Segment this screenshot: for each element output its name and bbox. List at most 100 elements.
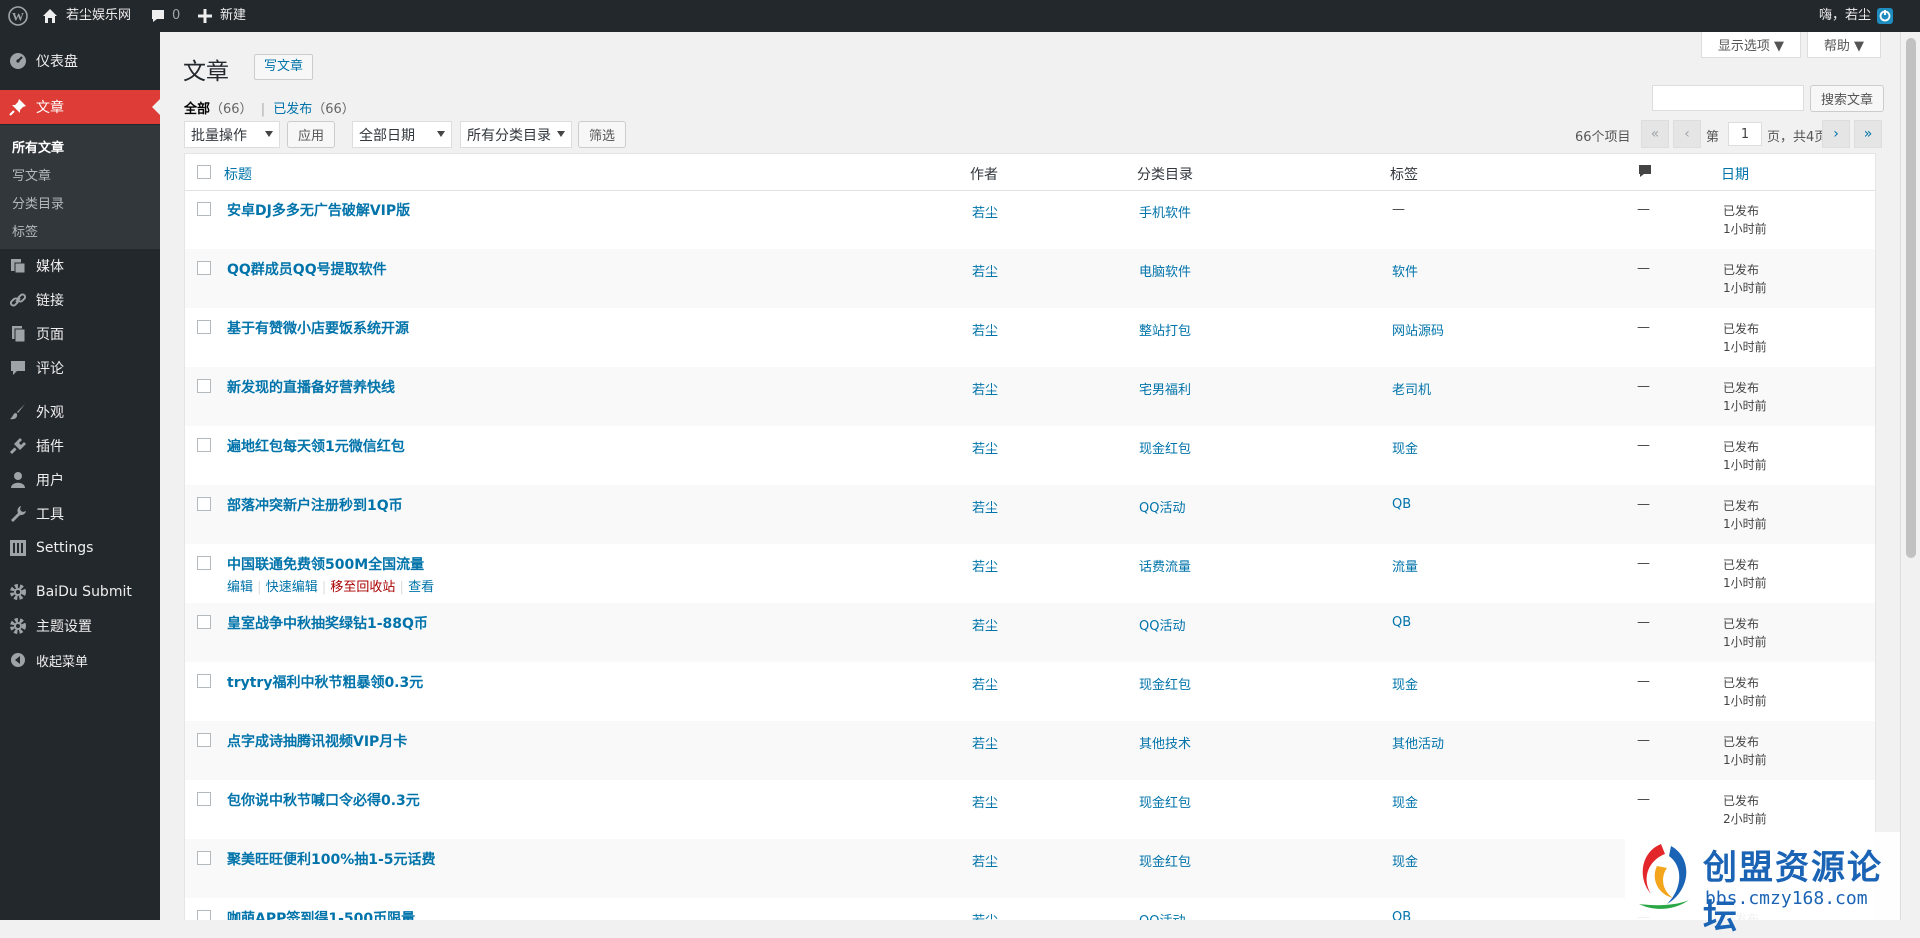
post-title-link[interactable]: 点字成诗抽腾讯视频VIP月卡	[227, 731, 407, 751]
edit-link[interactable]: 编辑	[227, 580, 253, 595]
submenu-tags[interactable]: 标签	[12, 221, 38, 240]
post-title-link[interactable]: 遍地红包每天领1元微信红包	[227, 436, 405, 456]
row-checkbox[interactable]	[197, 261, 211, 275]
page-scrollbar[interactable]	[1900, 32, 1920, 920]
post-title-link[interactable]: 聚美旺旺便利100%抽1-5元话费	[227, 849, 436, 869]
post-tags-link[interactable]: 其他活动	[1392, 733, 1444, 752]
row-checkbox[interactable]	[197, 556, 211, 570]
post-title-link[interactable]: QQ群成员QQ号提取软件	[227, 259, 387, 279]
post-tags-link[interactable]: 现金	[1392, 851, 1418, 870]
post-tags-link[interactable]: 现金	[1392, 438, 1418, 457]
post-tags-link[interactable]: QB	[1392, 497, 1411, 512]
view-link[interactable]: 查看	[408, 580, 434, 595]
menu-media[interactable]: 媒体	[0, 249, 160, 283]
post-tags-link[interactable]: 现金	[1392, 674, 1418, 693]
post-author-link[interactable]: 若尘	[972, 733, 998, 752]
post-category-link[interactable]: 现金红包	[1139, 438, 1191, 457]
post-author-link[interactable]: 若尘	[972, 379, 998, 398]
post-title-link[interactable]: 中国联通免费领500M全国流量	[227, 554, 424, 574]
post-tags-link[interactable]: QB	[1392, 615, 1411, 630]
post-title-link[interactable]: 皇室战争中秋抽奖绿钻1-88Q币	[227, 613, 428, 633]
post-category-link[interactable]: QQ活动	[1139, 910, 1185, 920]
post-title-link[interactable]: trytry福利中秋节粗暴领0.3元	[227, 672, 423, 692]
row-checkbox[interactable]	[197, 792, 211, 806]
row-checkbox[interactable]	[197, 379, 211, 393]
menu-appearance[interactable]: 外观	[0, 395, 160, 429]
my-account[interactable]: 嗨，若尘	[1819, 0, 1894, 32]
category-filter-select[interactable]: 所有分类目录	[460, 121, 572, 148]
post-category-link[interactable]: 现金红包	[1139, 792, 1191, 811]
menu-users[interactable]: 用户	[0, 463, 160, 497]
filter-button[interactable]: 筛选	[578, 121, 626, 148]
menu-links[interactable]: 链接	[0, 283, 160, 317]
column-date-header[interactable]: 日期	[1721, 164, 1749, 184]
submenu-all-posts[interactable]: 所有文章	[12, 137, 64, 156]
post-title-link[interactable]: 基于有赞微小店要饭系统开源	[227, 318, 409, 338]
row-checkbox[interactable]	[197, 202, 211, 216]
new-content-link[interactable]: 新建	[198, 0, 246, 32]
quick-edit-link[interactable]: 快速编辑	[266, 580, 318, 595]
help-button[interactable]: 帮助 ▼	[1807, 32, 1881, 58]
post-author-link[interactable]: 若尘	[972, 261, 998, 280]
post-search-input[interactable]	[1652, 85, 1804, 111]
column-title-header[interactable]: 标题	[224, 164, 252, 184]
menu-posts[interactable]: 文章	[0, 90, 160, 124]
submenu-categories[interactable]: 分类目录	[12, 193, 64, 212]
post-category-link[interactable]: QQ活动	[1139, 615, 1185, 634]
post-tags-link[interactable]: 流量	[1392, 556, 1418, 575]
menu-theme-settings[interactable]: 主题设置	[0, 609, 160, 643]
current-page-input[interactable]: 1	[1728, 122, 1762, 146]
add-new-post-button[interactable]: 写文章	[254, 54, 314, 80]
post-category-link[interactable]: 整站打包	[1139, 320, 1191, 339]
post-category-link[interactable]: 其他技术	[1139, 733, 1191, 752]
post-title-link[interactable]: 部落冲突新户注册秒到1Q币	[227, 495, 403, 515]
post-category-link[interactable]: 现金红包	[1139, 674, 1191, 693]
menu-pages[interactable]: 页面	[0, 317, 160, 351]
filter-all-link[interactable]: 全部	[184, 102, 210, 117]
scrollbar-thumb[interactable]	[1906, 38, 1916, 558]
comments-link[interactable]: 0	[150, 0, 180, 32]
post-title-link[interactable]: 咖萌APP签到得1-500币限量	[227, 908, 415, 920]
post-author-link[interactable]: 若尘	[972, 615, 998, 634]
menu-plugins[interactable]: 插件	[0, 429, 160, 463]
menu-collapse[interactable]: 收起菜单	[0, 643, 160, 677]
row-checkbox[interactable]	[197, 438, 211, 452]
screen-options-button[interactable]: 显示选项 ▼	[1701, 32, 1801, 58]
date-filter-select[interactable]: 全部日期	[352, 121, 452, 148]
post-author-link[interactable]: 若尘	[972, 910, 998, 920]
row-checkbox[interactable]	[197, 910, 211, 920]
post-tags-link[interactable]: 现金	[1392, 792, 1418, 811]
post-tags-link[interactable]: 老司机	[1392, 379, 1431, 398]
row-checkbox[interactable]	[197, 733, 211, 747]
post-tags-link[interactable]: 网站源码	[1392, 320, 1444, 339]
row-checkbox[interactable]	[197, 851, 211, 865]
menu-dashboard[interactable]: 仪表盘	[0, 44, 160, 78]
menu-baidu-submit[interactable]: BaiDu Submit	[0, 575, 160, 609]
post-title-link[interactable]: 新发现的直播备好营养快线	[227, 377, 395, 397]
post-category-link[interactable]: 话费流量	[1139, 556, 1191, 575]
menu-settings[interactable]: Settings	[0, 531, 160, 565]
post-author-link[interactable]: 若尘	[972, 792, 998, 811]
bulk-action-select[interactable]: 批量操作	[184, 121, 280, 148]
post-author-link[interactable]: 若尘	[972, 497, 998, 516]
submenu-add-new[interactable]: 写文章	[12, 165, 51, 184]
apply-button[interactable]: 应用	[287, 121, 335, 148]
menu-tools[interactable]: 工具	[0, 497, 160, 531]
post-category-link[interactable]: 电脑软件	[1139, 261, 1191, 280]
post-title-link[interactable]: 包你说中秋节喊口令必得0.3元	[227, 790, 420, 810]
post-category-link[interactable]: 现金红包	[1139, 851, 1191, 870]
post-tags-link[interactable]: QB	[1392, 910, 1411, 920]
menu-comments[interactable]: 评论	[0, 351, 160, 385]
last-page-button[interactable]: »	[1854, 120, 1882, 148]
site-home-link[interactable]: 若尘娱乐网	[42, 0, 131, 32]
wordpress-logo-icon[interactable]: W	[8, 0, 28, 32]
post-author-link[interactable]: 若尘	[972, 202, 998, 221]
row-checkbox[interactable]	[197, 674, 211, 688]
filter-published-link[interactable]: 已发布	[273, 102, 312, 117]
post-category-link[interactable]: QQ活动	[1139, 497, 1185, 516]
post-title-link[interactable]: 安卓DJ多多无广告破解VIP版	[227, 200, 410, 220]
trash-link[interactable]: 移至回收站	[330, 580, 395, 595]
post-category-link[interactable]: 宅男福利	[1139, 379, 1191, 398]
row-checkbox[interactable]	[197, 497, 211, 511]
post-author-link[interactable]: 若尘	[972, 674, 998, 693]
